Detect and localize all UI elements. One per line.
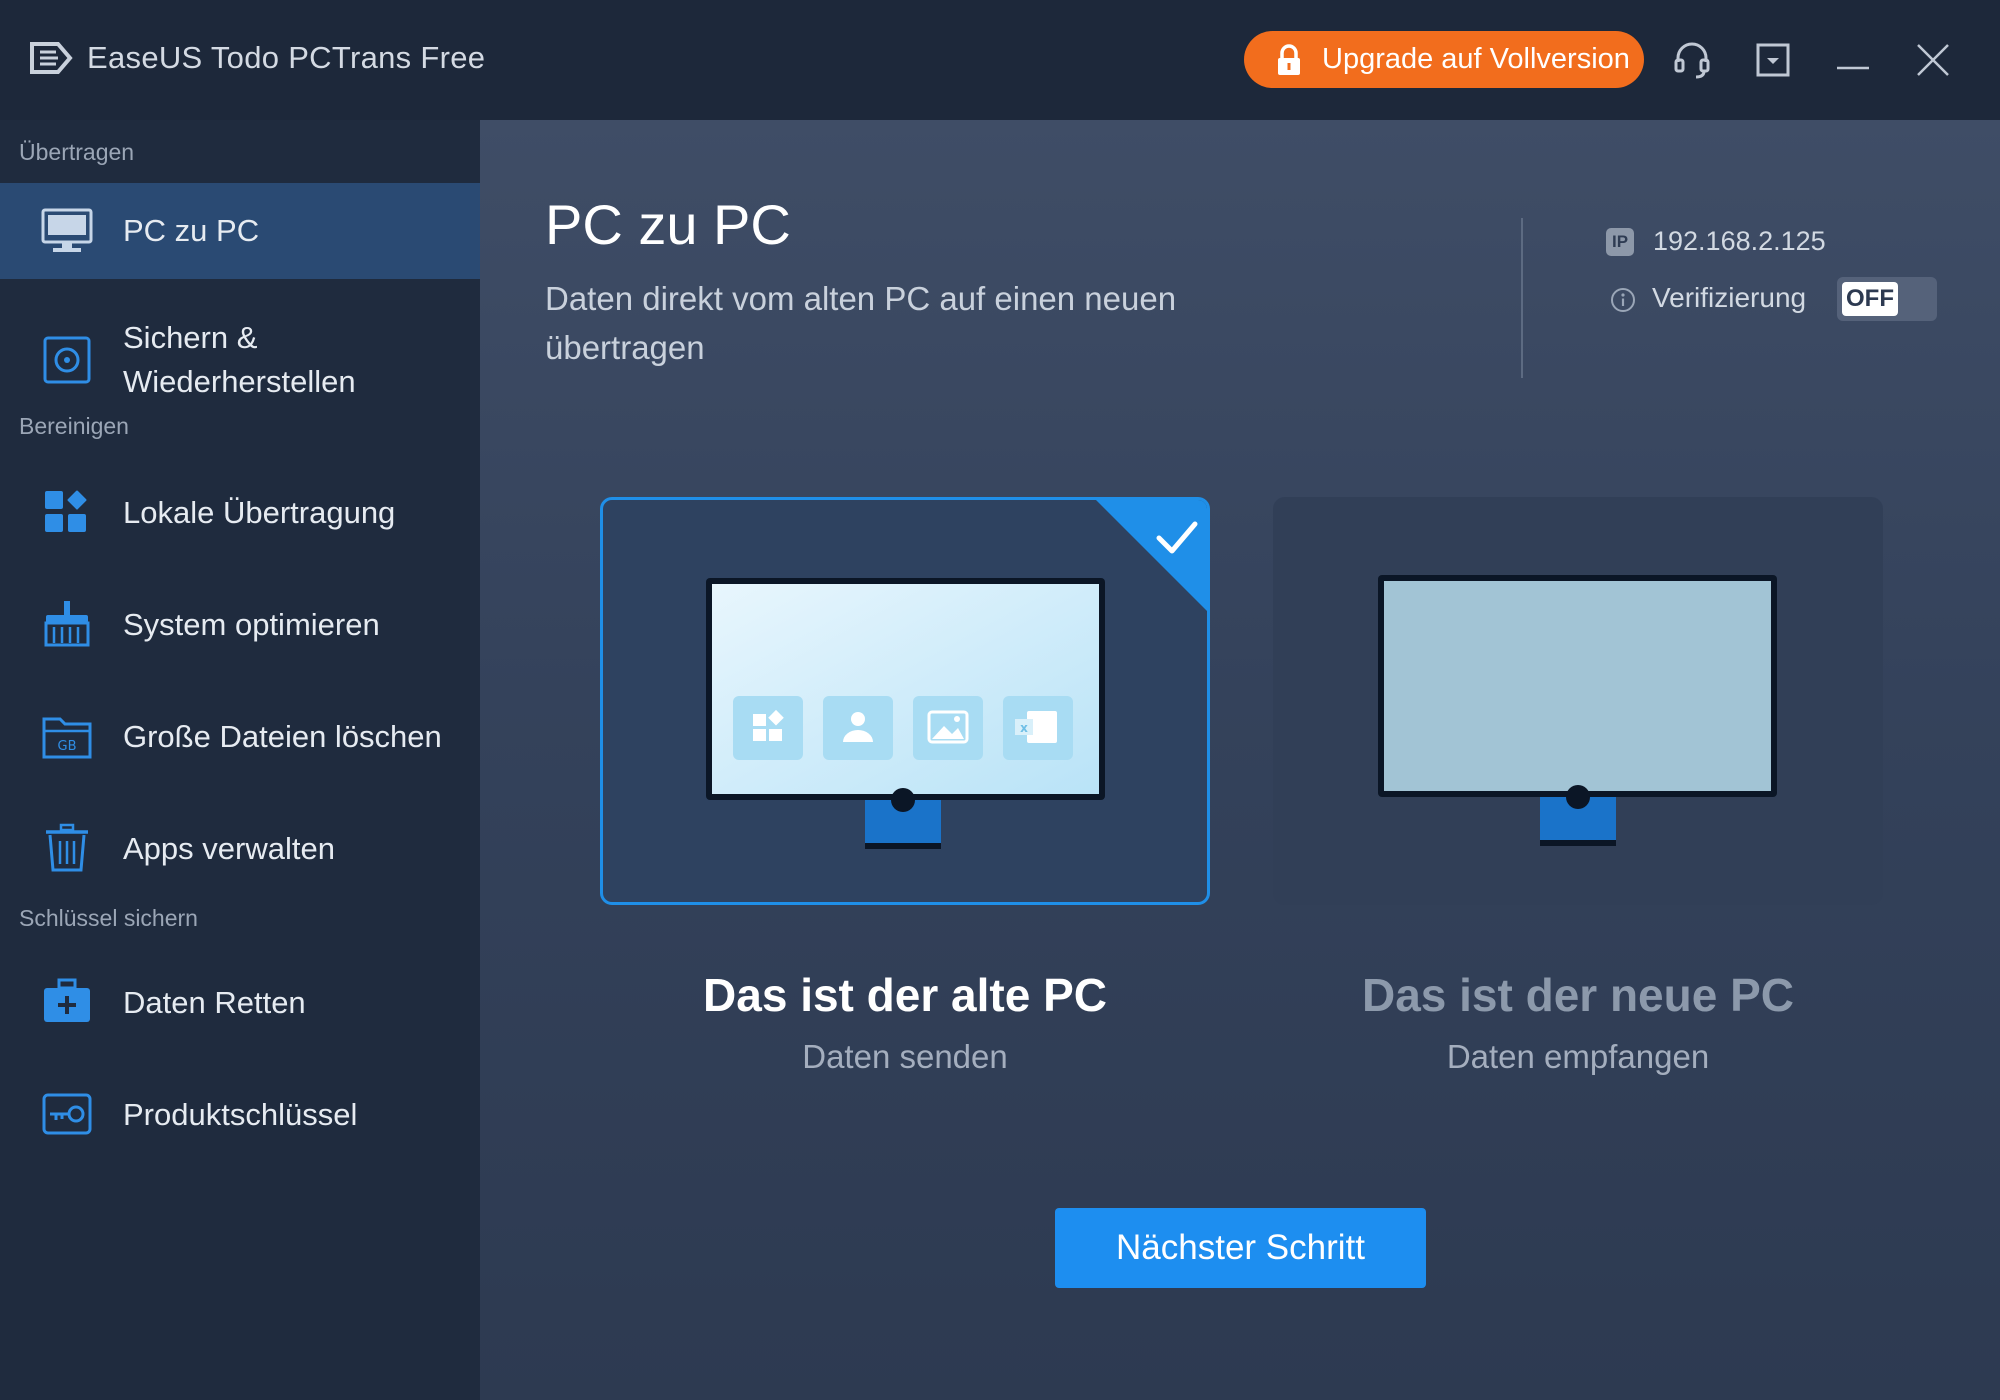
trash-icon bbox=[46, 823, 88, 872]
card-new-pc[interactable] bbox=[1273, 497, 1883, 905]
sidebar-item-lokale-uebertragung[interactable]: Lokale Übertragung bbox=[0, 465, 480, 561]
medkit-icon bbox=[44, 978, 90, 1022]
ip-address: 192.168.2.125 bbox=[1653, 226, 1826, 256]
sidebar-item-apps-verwalten[interactable]: Apps verwalten bbox=[0, 801, 480, 897]
info-icon[interactable] bbox=[1610, 287, 1636, 313]
sidebar-item-pc-zu-pc[interactable]: PC zu PC bbox=[0, 183, 480, 279]
next-step-button[interactable]: Nächster Schritt bbox=[1055, 1208, 1426, 1288]
verification-toggle[interactable]: OFF bbox=[1837, 277, 1937, 321]
app-title: EaseUS Todo PCTrans Free bbox=[87, 40, 486, 75]
main-panel: PC zu PC Daten direkt vom alten PC auf e… bbox=[480, 120, 2000, 1400]
sidebar: Übertragen PC zu PC Sichern & Wiederhers… bbox=[0, 120, 480, 1400]
section-label-schluessel: Schlüssel sichern bbox=[19, 905, 198, 931]
monitor-with-apps-icon: x bbox=[706, 500, 1207, 849]
card-old-title: Das ist der alte PC bbox=[703, 969, 1107, 1021]
easeus-logo-icon bbox=[30, 42, 73, 74]
toggle-state: OFF bbox=[1842, 282, 1898, 316]
card-old-subtitle: Daten senden bbox=[802, 1038, 1008, 1075]
verification-label: Verifizierung bbox=[1652, 282, 1807, 313]
sidebar-item-label: Große Dateien löschen bbox=[123, 719, 442, 754]
sidebar-item-sichern-wiederherstellen[interactable]: Sichern & Wiederherstellen bbox=[0, 300, 480, 420]
upgrade-label: Upgrade auf Vollversion bbox=[1322, 43, 1630, 75]
sidebar-item-label: PC zu PC bbox=[123, 213, 260, 248]
divider bbox=[1521, 218, 1523, 378]
sidebar-item-label: System optimieren bbox=[123, 607, 380, 642]
section-label-uebertragen: Übertragen bbox=[19, 139, 135, 165]
svg-text:x: x bbox=[1020, 721, 1028, 735]
apps-grid-icon bbox=[45, 490, 87, 532]
ip-badge-icon: IP bbox=[1606, 228, 1634, 256]
sidebar-item-daten-retten[interactable]: Daten Retten bbox=[0, 955, 480, 1051]
title-bar: EaseUS Todo PCTrans Free Upgrade auf Vol… bbox=[0, 0, 2000, 120]
backup-disk-icon bbox=[43, 336, 91, 384]
dropdown-menu-icon[interactable] bbox=[1751, 38, 1795, 82]
minimize-icon[interactable] bbox=[1831, 38, 1875, 82]
upgrade-button[interactable]: Upgrade auf Vollversion bbox=[1244, 31, 1644, 88]
broom-icon bbox=[44, 601, 90, 647]
gb-folder-icon: GB bbox=[42, 717, 92, 759]
page-title: PC zu PC bbox=[545, 193, 791, 256]
section-label-bereinigen: Bereinigen bbox=[19, 413, 129, 439]
close-icon[interactable] bbox=[1911, 38, 1955, 82]
monitor-blank-icon bbox=[1378, 575, 1777, 846]
page-subtitle: Daten direkt vom alten PC auf einen neue… bbox=[545, 280, 1177, 366]
sidebar-item-label: Apps verwalten bbox=[123, 831, 335, 866]
key-icon bbox=[42, 1093, 92, 1135]
monitor-icon bbox=[41, 208, 93, 252]
sidebar-item-label: Daten Retten bbox=[123, 985, 306, 1020]
svg-text:GB: GB bbox=[58, 739, 77, 754]
card-new-subtitle: Daten empfangen bbox=[1446, 1038, 1710, 1075]
sidebar-item-label: Sichern & Wiederherstellen bbox=[123, 320, 356, 399]
sidebar-item-grosse-dateien[interactable]: GB Große Dateien löschen bbox=[0, 689, 480, 785]
lock-icon bbox=[1278, 43, 1300, 75]
sidebar-item-label: Lokale Übertragung bbox=[123, 495, 396, 530]
headset-support-icon[interactable] bbox=[1670, 38, 1714, 82]
sidebar-item-system-optimieren[interactable]: System optimieren bbox=[0, 577, 480, 673]
card-old-pc[interactable]: x bbox=[600, 497, 1210, 905]
sidebar-item-label: Produktschlüssel bbox=[123, 1097, 358, 1132]
sidebar-item-produktschluessel[interactable]: Produktschlüssel bbox=[0, 1067, 480, 1163]
card-new-title: Das ist der neue PC bbox=[1361, 969, 1795, 1021]
